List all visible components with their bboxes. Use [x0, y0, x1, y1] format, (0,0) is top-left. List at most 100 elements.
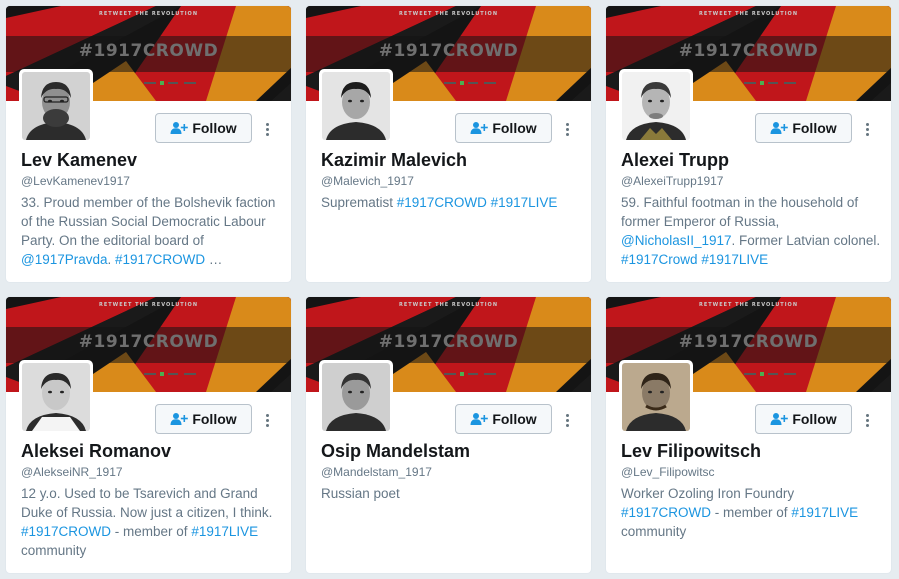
hashtag-link[interactable]: #1917CROWD [115, 252, 205, 267]
bio-text: community [21, 543, 87, 558]
profile-bio: Worker Ozoling Iron Foundry #1917CROWD -… [621, 484, 883, 541]
profile-name[interactable]: Alexei Trupp [621, 150, 729, 171]
profile-name[interactable]: Kazimir Malevich [321, 150, 467, 171]
profile-card: RETWEET THE REVOLUTION #1917CROWD Follow… [305, 296, 592, 574]
follow-button[interactable]: Follow [455, 113, 552, 143]
banner-hashtag: #1917CROWD [378, 41, 519, 61]
bio-text: Russian poet [321, 486, 400, 501]
follow-user-plus-icon [170, 412, 189, 426]
profile-card: RETWEET THE REVOLUTION #1917CROWD Follow… [605, 296, 892, 574]
hashtag-link[interactable]: #1917LIVE [701, 252, 768, 267]
profile-bio: 12 y.o. Used to be Tsarevich and Grand D… [21, 484, 283, 560]
profile-name[interactable]: Aleksei Romanov [21, 441, 171, 462]
avatar[interactable] [19, 69, 93, 143]
profile-handle[interactable]: @LevKamenev1917 [21, 174, 130, 188]
follow-user-plus-icon [170, 121, 189, 135]
more-vertical-icon[interactable] [858, 117, 876, 141]
hashtag-link[interactable]: #1917LIVE [491, 195, 558, 210]
hashtag-link[interactable]: #1917LIVE [191, 524, 258, 539]
banner-tagline: RETWEET THE REVOLUTION [399, 302, 498, 308]
portrait-image [622, 72, 690, 140]
more-vertical-icon[interactable] [258, 117, 276, 141]
bio-text: community [621, 524, 687, 539]
follow-label: Follow [192, 120, 237, 136]
profile-handle[interactable]: @AlekseiNR_1917 [21, 465, 123, 479]
profile-bio: Suprematist #1917CROWD #1917LIVE [321, 193, 583, 212]
banner-logos-strip [444, 81, 496, 85]
more-vertical-icon[interactable] [258, 408, 276, 432]
portrait-image [322, 72, 390, 140]
banner-logos-strip [744, 81, 796, 85]
bio-text: 33. Proud member of the Bolshevik factio… [21, 195, 276, 248]
profile-handle[interactable]: @Lev_Filipowitsc [621, 465, 715, 479]
more-vertical-icon[interactable] [858, 408, 876, 432]
follow-user-plus-icon [470, 121, 489, 135]
follow-label: Follow [492, 120, 537, 136]
portrait-image [622, 363, 690, 431]
profile-handle[interactable]: @Mandelstam_1917 [321, 465, 432, 479]
follow-label: Follow [792, 120, 837, 136]
more-vertical-icon[interactable] [558, 408, 576, 432]
banner-hashtag: #1917CROWD [378, 332, 519, 352]
banner-hashtag: #1917CROWD [78, 332, 219, 352]
avatar[interactable] [19, 360, 93, 434]
portrait-image [22, 363, 90, 431]
bio-text: 12 y.o. Used to be Tsarevich and Grand D… [21, 486, 273, 520]
avatar[interactable] [319, 69, 393, 143]
bio-text: . Former Latvian colonel. [731, 233, 881, 248]
follow-button[interactable]: Follow [755, 113, 852, 143]
hashtag-link[interactable]: #1917LIVE [791, 505, 858, 520]
profile-bio: Russian poet [321, 484, 583, 503]
profile-handle[interactable]: @Malevich_1917 [321, 174, 414, 188]
banner-tagline: RETWEET THE REVOLUTION [99, 11, 198, 17]
follow-button[interactable]: Follow [155, 404, 252, 434]
follow-label: Follow [492, 411, 537, 427]
follow-user-plus-icon [470, 412, 489, 426]
bio-text: Suprematist [321, 195, 397, 210]
profile-handle[interactable]: @AlexeiTrupp1917 [621, 174, 723, 188]
avatar[interactable] [319, 360, 393, 434]
hashtag-link[interactable]: #1917CROWD [21, 524, 111, 539]
bio-text: 59. Faithful footman in the household of… [621, 195, 859, 229]
profile-name[interactable]: Lev Kamenev [21, 150, 137, 171]
bio-text: Worker Ozoling Iron Foundry [621, 486, 795, 501]
hashtag-link[interactable]: #1917CROWD [397, 195, 487, 210]
banner-logos-strip [444, 372, 496, 376]
follow-user-plus-icon [770, 121, 789, 135]
hashtag-link[interactable]: #1917CROWD [621, 505, 711, 520]
bio-text: . [107, 252, 116, 267]
follow-label: Follow [192, 411, 237, 427]
banner-tagline: RETWEET THE REVOLUTION [99, 302, 198, 308]
avatar[interactable] [619, 69, 693, 143]
profile-bio: 33. Proud member of the Bolshevik factio… [21, 193, 283, 269]
bio-text: - member of [111, 524, 192, 539]
banner-tagline: RETWEET THE REVOLUTION [399, 11, 498, 17]
profile-card: RETWEET THE REVOLUTION #1917CROWD Follow… [605, 5, 892, 283]
banner-tagline: RETWEET THE REVOLUTION [699, 11, 798, 17]
follow-button[interactable]: Follow [755, 404, 852, 434]
follow-label: Follow [792, 411, 837, 427]
more-vertical-icon[interactable] [558, 117, 576, 141]
banner-hashtag: #1917CROWD [678, 332, 819, 352]
banner-hashtag: #1917CROWD [678, 41, 819, 61]
follow-user-plus-icon [770, 412, 789, 426]
profile-card: RETWEET THE REVOLUTION #1917CROWD Follow… [305, 5, 592, 283]
profile-name[interactable]: Lev Filipowitsch [621, 441, 761, 462]
portrait-image [22, 72, 90, 140]
profile-card: RETWEET THE REVOLUTION #1917CROWD Follow… [5, 296, 292, 574]
profile-card: RETWEET THE REVOLUTION #1917CROWD Follow… [5, 5, 292, 283]
banner-logos-strip [144, 81, 196, 85]
mention-link[interactable]: @NicholasII_1917 [621, 233, 732, 248]
hashtag-link[interactable]: #1917Crowd [621, 252, 698, 267]
profile-name[interactable]: Osip Mandelstam [321, 441, 470, 462]
follow-button[interactable]: Follow [155, 113, 252, 143]
profile-bio: 59. Faithful footman in the household of… [621, 193, 883, 269]
avatar[interactable] [619, 360, 693, 434]
portrait-image [322, 363, 390, 431]
mention-link[interactable]: @1917Pravda [21, 252, 108, 267]
banner-logos-strip [744, 372, 796, 376]
banner-hashtag: #1917CROWD [78, 41, 219, 61]
bio-text: … [205, 252, 223, 267]
follow-button[interactable]: Follow [455, 404, 552, 434]
bio-text: - member of [711, 505, 792, 520]
